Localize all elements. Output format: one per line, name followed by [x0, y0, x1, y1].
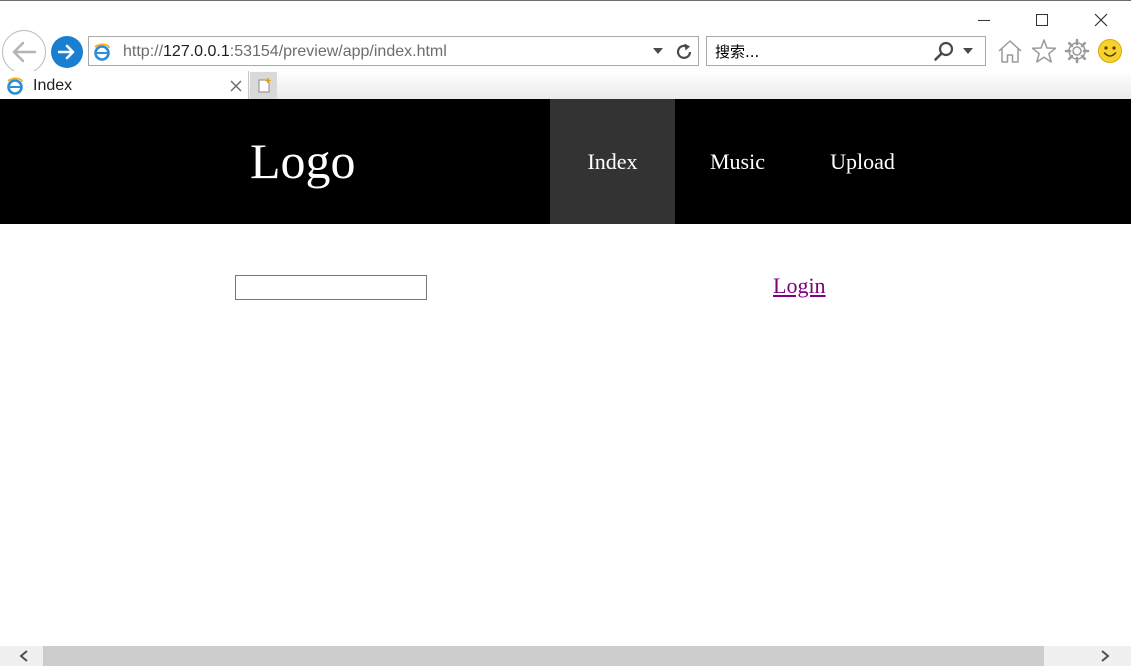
- feedback-button[interactable]: [1096, 37, 1124, 65]
- back-arrow-icon: [12, 41, 37, 63]
- address-scheme: http://: [123, 43, 164, 60]
- tab-title: Index: [33, 77, 73, 94]
- horizontal-scrollbar[interactable]: [0, 646, 1131, 666]
- scroll-right-icon[interactable]: [1098, 650, 1112, 662]
- gear-icon: [1064, 38, 1090, 64]
- home-button[interactable]: [996, 37, 1024, 65]
- site-logo: Logo: [250, 133, 356, 189]
- tab-strip: Index: [0, 71, 1131, 100]
- minimize-icon: [978, 20, 990, 21]
- site-header: Logo Index Music Upload: [0, 99, 1131, 224]
- new-tab-button[interactable]: [250, 72, 277, 99]
- minimize-button[interactable]: [969, 7, 999, 33]
- scrollbar-thumb[interactable]: [43, 646, 1044, 666]
- nav-item-music[interactable]: Music: [675, 99, 800, 224]
- home-icon: [998, 40, 1022, 63]
- browser-chrome: http://127.0.0.1:53154/preview/app/index…: [0, 0, 1131, 100]
- scroll-left-icon[interactable]: [17, 650, 31, 662]
- address-bar[interactable]: http://127.0.0.1:53154/preview/app/index…: [88, 36, 699, 66]
- address-url[interactable]: http://127.0.0.1:53154/preview/app/index…: [123, 42, 447, 62]
- back-button[interactable]: [2, 30, 46, 74]
- forward-arrow-icon: [58, 44, 75, 60]
- close-icon: [1094, 13, 1108, 27]
- nav-item-upload[interactable]: Upload: [800, 99, 925, 224]
- forward-button[interactable]: [51, 36, 83, 68]
- tab-index[interactable]: Index: [0, 71, 249, 100]
- address-dropdown-icon[interactable]: [653, 48, 663, 55]
- maximize-icon: [1036, 14, 1048, 26]
- new-tab-icon: [258, 77, 270, 92]
- refresh-icon[interactable]: [673, 41, 695, 63]
- settings-button[interactable]: [1063, 37, 1091, 65]
- browser-search-box[interactable]: [706, 36, 986, 66]
- maximize-button[interactable]: [1027, 7, 1057, 33]
- address-path: :53154/preview/app/index.html: [229, 43, 447, 60]
- address-host: 127.0.0.1: [163, 43, 230, 60]
- search-icon[interactable]: [933, 41, 955, 63]
- site-search-input[interactable]: [235, 275, 427, 300]
- smiley-icon: [1098, 39, 1122, 63]
- ie-favicon-icon: [94, 43, 110, 61]
- star-icon: [1031, 39, 1057, 63]
- search-dropdown-icon[interactable]: [963, 48, 973, 55]
- tab-close-icon[interactable]: [228, 78, 244, 94]
- close-window-button[interactable]: [1086, 7, 1116, 33]
- nav-item-index[interactable]: Index: [550, 99, 675, 224]
- ie-tab-icon: [7, 77, 23, 95]
- login-link[interactable]: Login: [773, 272, 826, 300]
- browser-search-input[interactable]: [715, 42, 915, 62]
- favorites-button[interactable]: [1030, 37, 1058, 65]
